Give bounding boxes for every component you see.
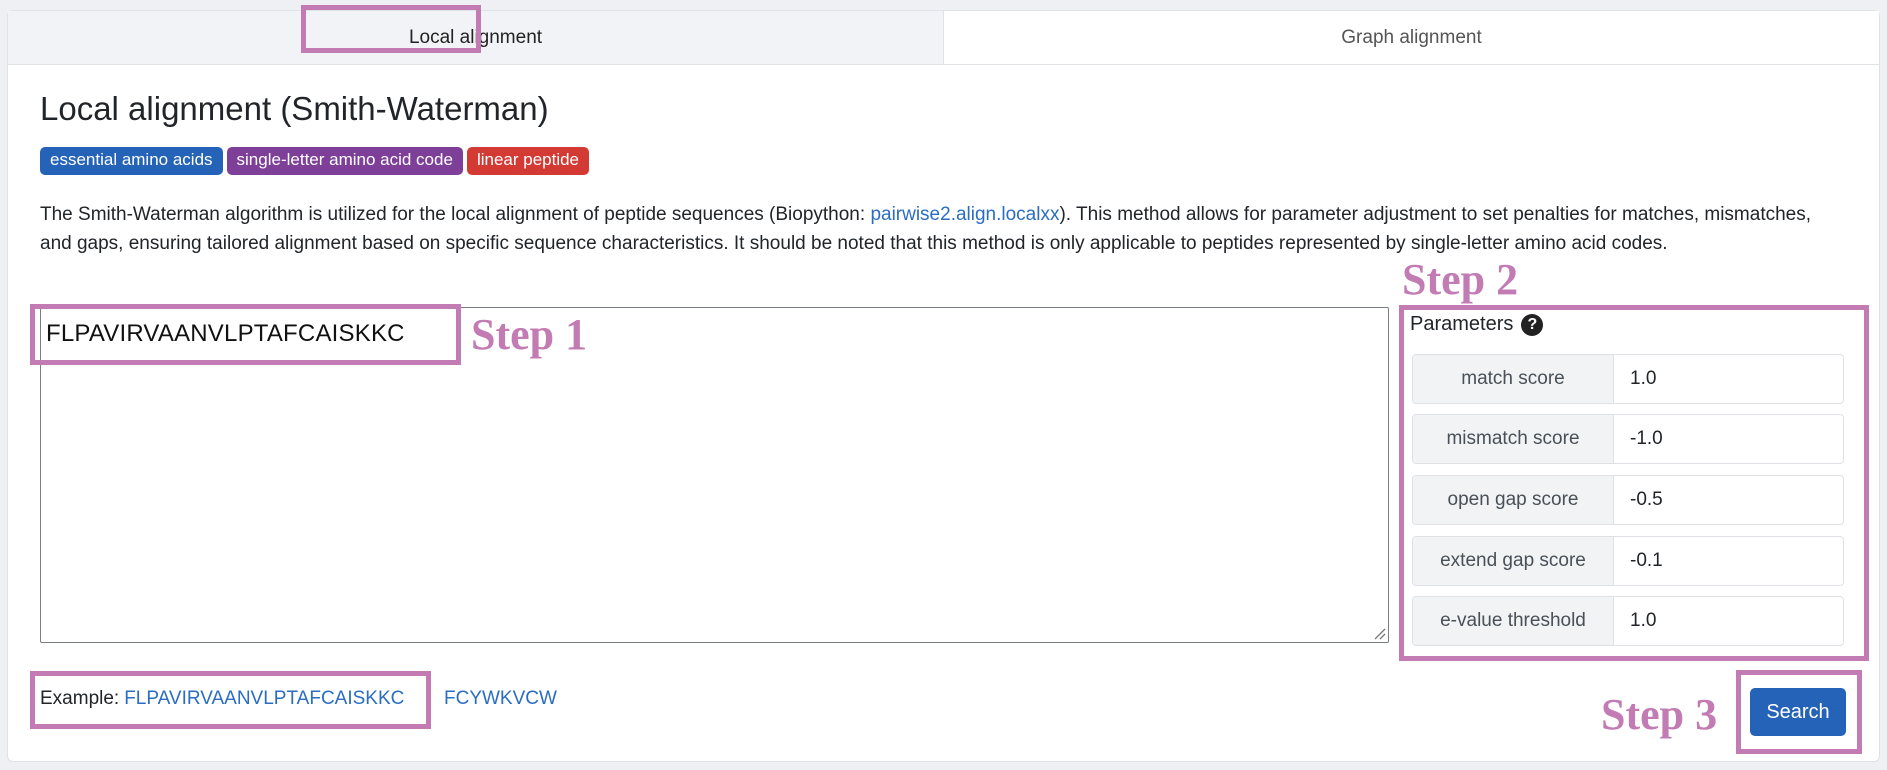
help-icon[interactable]: ? xyxy=(1521,313,1544,336)
badge-linear-peptide: linear peptide xyxy=(466,147,590,175)
param-label: open gap score xyxy=(1413,476,1614,524)
tab-graph-alignment[interactable]: Graph alignment xyxy=(944,11,1879,64)
parameters-label: Parameters xyxy=(1410,313,1514,335)
badge-group: essential amino acids single-letter amin… xyxy=(40,147,590,175)
biopython-link[interactable]: pairwise2.align.localxx xyxy=(870,204,1059,225)
param-row-extend-gap-score: extend gap score -0.1 xyxy=(1412,536,1844,586)
example-row: Example: FLPAVIRVAANVLPTAFCAISKKC xyxy=(40,688,404,710)
param-row-open-gap-score: open gap score -0.5 xyxy=(1412,475,1844,525)
example-link-2[interactable]: FCYWKVCW xyxy=(444,688,557,710)
extend-gap-score-input[interactable]: -0.1 xyxy=(1614,537,1843,585)
tab-bar: Local alignment Graph alignment xyxy=(8,11,1879,65)
param-label: extend gap score xyxy=(1413,537,1614,585)
tab-local-alignment[interactable]: Local alignment xyxy=(8,11,944,64)
badge-single-letter-code: single-letter amino acid code xyxy=(226,147,463,175)
step3-annotation: Step 3 xyxy=(1601,690,1718,739)
param-row-match-score: match score 1.0 xyxy=(1412,354,1844,404)
param-label: match score xyxy=(1413,355,1614,403)
example-link-1[interactable]: FLPAVIRVAANVLPTAFCAISKKC xyxy=(124,688,404,710)
description-text-start: The Smith-Waterman algorithm is utilized… xyxy=(40,204,871,225)
mismatch-score-input[interactable]: -1.0 xyxy=(1614,415,1843,463)
param-row-mismatch-score: mismatch score -1.0 xyxy=(1412,414,1844,464)
sequence-input[interactable]: FLPAVIRVAANVLPTAFCAISKKC xyxy=(40,307,1389,643)
page-title: Local alignment (Smith-Waterman) xyxy=(40,90,549,127)
step2-annotation: Step 2 xyxy=(1402,255,1519,304)
resize-handle-icon[interactable] xyxy=(1372,626,1386,640)
badge-essential-amino-acids: essential amino acids xyxy=(40,147,223,175)
param-label: mismatch score xyxy=(1413,415,1614,463)
search-button[interactable]: Search xyxy=(1750,688,1846,736)
parameters-heading: Parameters ? xyxy=(1410,313,1544,336)
param-label: e-value threshold xyxy=(1413,597,1614,645)
param-row-e-value-threshold: e-value threshold 1.0 xyxy=(1412,596,1844,646)
method-description: The Smith-Waterman algorithm is utilized… xyxy=(40,200,1830,258)
e-value-threshold-input[interactable]: 1.0 xyxy=(1614,597,1843,645)
open-gap-score-input[interactable]: -0.5 xyxy=(1614,476,1843,524)
match-score-input[interactable]: 1.0 xyxy=(1614,355,1843,403)
example-label: Example: xyxy=(40,688,120,709)
step1-annotation: Step 1 xyxy=(471,310,588,359)
sequence-value: FLPAVIRVAANVLPTAFCAISKKC xyxy=(46,320,405,347)
